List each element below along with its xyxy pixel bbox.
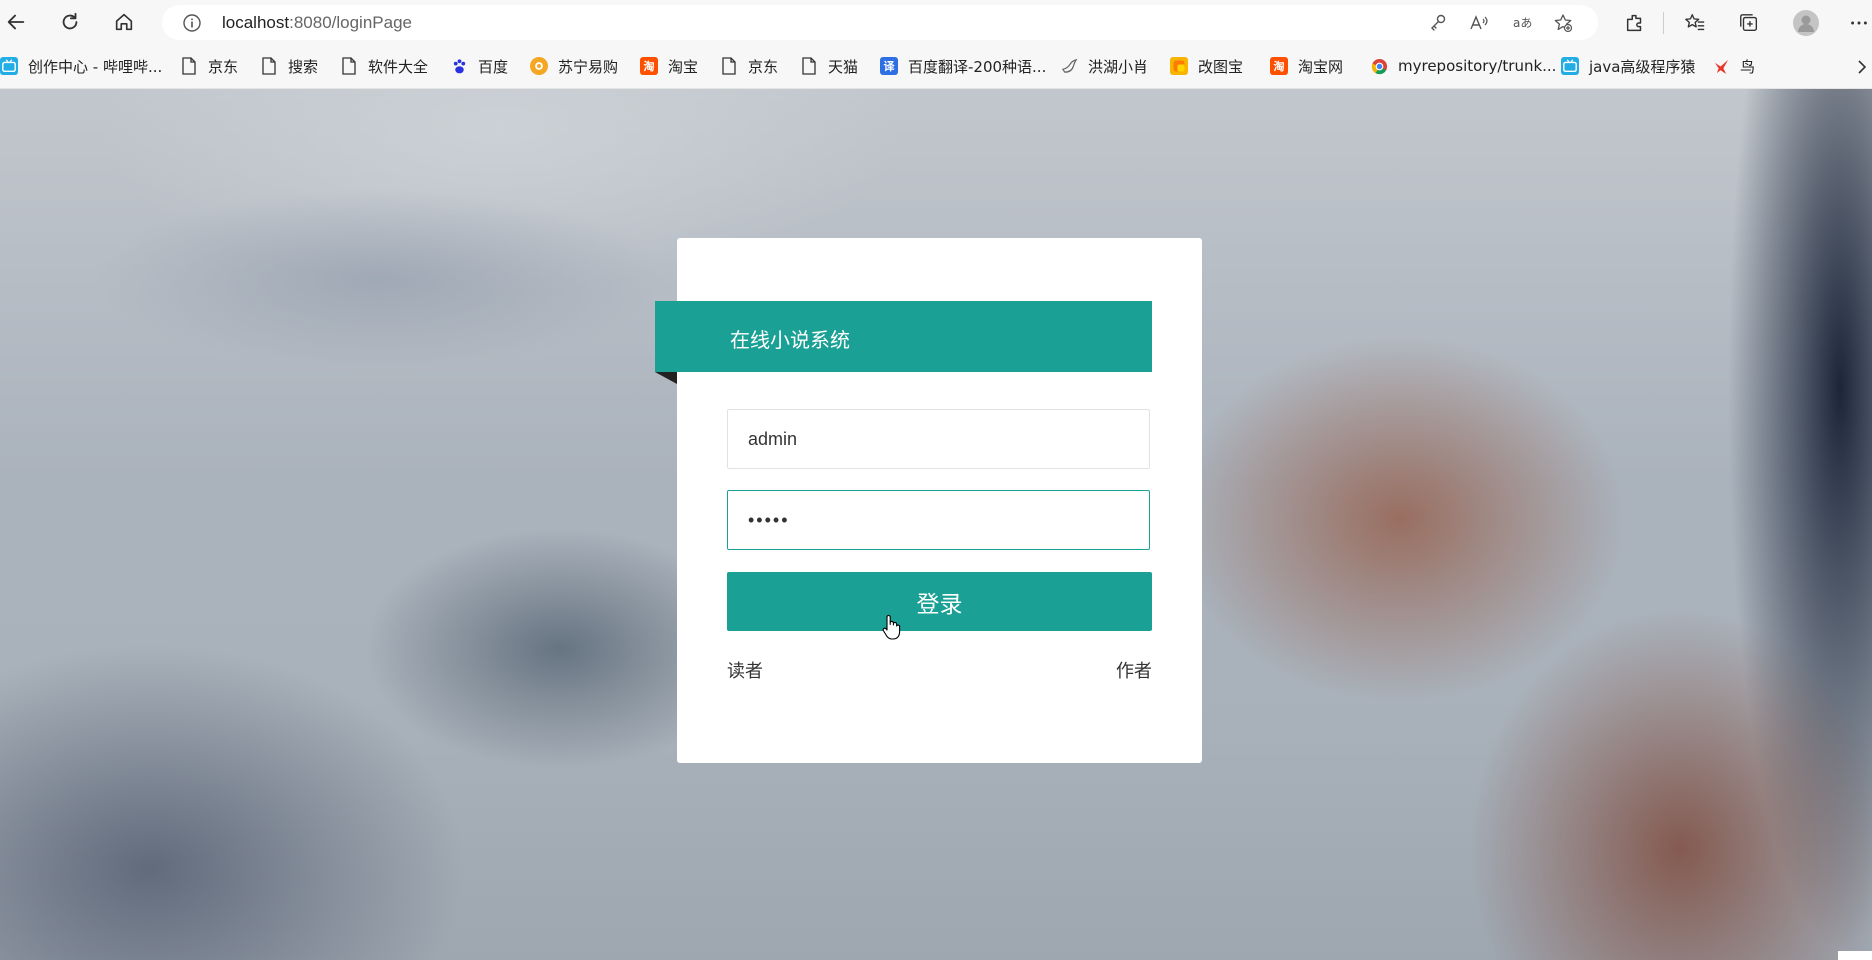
add-favorite-icon[interactable] — [1552, 13, 1574, 33]
username-input[interactable] — [727, 409, 1150, 469]
bookmark-label: 鸟 — [1740, 57, 1756, 76]
read-aloud-icon[interactable] — [1468, 13, 1490, 33]
bird-red-icon — [1712, 57, 1730, 75]
url-text[interactable]: localhost:8080/loginPage — [222, 13, 412, 33]
corner-artifact — [1838, 951, 1872, 960]
collections-icon[interactable] — [1736, 10, 1762, 36]
chevron-right-icon[interactable] — [1852, 57, 1872, 77]
bookmark-label: 天猫 — [828, 57, 859, 76]
bookmarks-bar: 创作中心 - 哔哩哔... 京东 搜索 软件大全 百度 苏宁易购 淘淘宝 京东 … — [0, 45, 1872, 89]
taobao-icon: 淘 — [1270, 57, 1288, 75]
bookmark-label: 苏宁易购 — [558, 57, 619, 76]
bookmark-item[interactable]: 洪湖小肖 — [1060, 55, 1148, 77]
baidu-paw-icon — [450, 57, 468, 75]
bookmark-item[interactable]: 搜索 — [260, 55, 318, 77]
site-info-icon[interactable] — [182, 13, 202, 33]
bilibili-icon — [1561, 57, 1579, 75]
toolbar-separator — [1663, 12, 1664, 34]
login-button[interactable]: 登录 — [727, 572, 1152, 631]
bookmark-item[interactable]: java高级程序猿 — [1561, 55, 1695, 77]
bookmark-item[interactable]: 软件大全 — [340, 55, 428, 77]
extensions-icon[interactable] — [1622, 10, 1648, 36]
bookmark-item[interactable]: 天猫 — [800, 55, 858, 77]
password-input[interactable] — [727, 490, 1150, 550]
bookmark-item[interactable]: 译百度翻译-200种语... — [880, 55, 1046, 77]
page-icon — [720, 57, 738, 75]
profile-avatar-icon[interactable] — [1793, 10, 1819, 36]
bookmark-item[interactable]: 改图宝 — [1170, 55, 1243, 77]
favorites-icon[interactable] — [1682, 10, 1708, 36]
ribbon-fold — [655, 372, 677, 384]
url-host: localhost — [222, 13, 290, 32]
hand-cursor-icon — [881, 614, 901, 640]
bookmark-label: 淘宝 — [668, 57, 699, 76]
gaitubao-icon — [1170, 57, 1188, 75]
bookmark-label: 京东 — [208, 57, 239, 76]
bookmark-item[interactable]: 京东 — [180, 55, 238, 77]
bookmark-label: 百度 — [478, 57, 509, 76]
page-icon — [260, 57, 278, 75]
bookmark-label: 改图宝 — [1198, 57, 1244, 76]
home-icon[interactable] — [110, 8, 138, 36]
author-link[interactable]: 作者 — [1116, 657, 1152, 683]
bookmark-item[interactable]: 淘淘宝 — [640, 55, 698, 77]
bookmark-label: java高级程序猿 — [1589, 57, 1696, 76]
bookmark-label: 创作中心 - 哔哩哔... — [28, 57, 163, 76]
reader-link[interactable]: 读者 — [727, 657, 763, 683]
bookmark-item[interactable]: 淘淘宝网 — [1270, 55, 1343, 77]
bookmark-item[interactable]: 创作中心 - 哔哩哔... — [0, 55, 162, 77]
bookmark-item[interactable]: 苏宁易购 — [530, 55, 618, 77]
suning-icon — [530, 57, 548, 75]
bookmark-label: 京东 — [748, 57, 779, 76]
key-icon[interactable] — [1427, 13, 1449, 33]
chrome-icon — [1370, 57, 1388, 75]
system-title: 在线小说系统 — [730, 328, 850, 352]
bookmark-item[interactable]: 百度 — [450, 55, 508, 77]
address-bar[interactable]: localhost:8080/loginPage aあ — [162, 5, 1598, 40]
bookmark-label: 软件大全 — [368, 57, 429, 76]
bookmark-item[interactable]: 京东 — [720, 55, 778, 77]
bookmark-label: 淘宝网 — [1298, 57, 1344, 76]
bilibili-icon — [0, 57, 18, 75]
bookmark-label: myrepository/trunk... — [1398, 57, 1557, 75]
svg-text:aあ: aあ — [1513, 16, 1532, 30]
translate-icon[interactable]: aあ — [1511, 13, 1533, 33]
bookmark-label: 搜索 — [288, 57, 319, 76]
page-icon — [800, 57, 818, 75]
baidu-translate-icon: 译 — [880, 57, 898, 75]
more-menu-icon[interactable] — [1846, 10, 1872, 36]
bird-icon — [1060, 57, 1078, 75]
browser-toolbar: localhost:8080/loginPage aあ — [0, 0, 1872, 45]
bookmark-label: 百度翻译-200种语... — [908, 57, 1047, 76]
page-icon — [180, 57, 198, 75]
url-path: :8080/loginPage — [289, 13, 412, 32]
bookmark-label: 洪湖小肖 — [1088, 57, 1149, 76]
refresh-icon[interactable] — [56, 8, 84, 36]
taobao-icon: 淘 — [640, 57, 658, 75]
bookmark-item[interactable]: myrepository/trunk... — [1370, 55, 1556, 77]
bookmark-item[interactable]: 鸟 — [1712, 55, 1755, 77]
page-icon — [340, 57, 358, 75]
back-icon[interactable] — [2, 8, 30, 36]
